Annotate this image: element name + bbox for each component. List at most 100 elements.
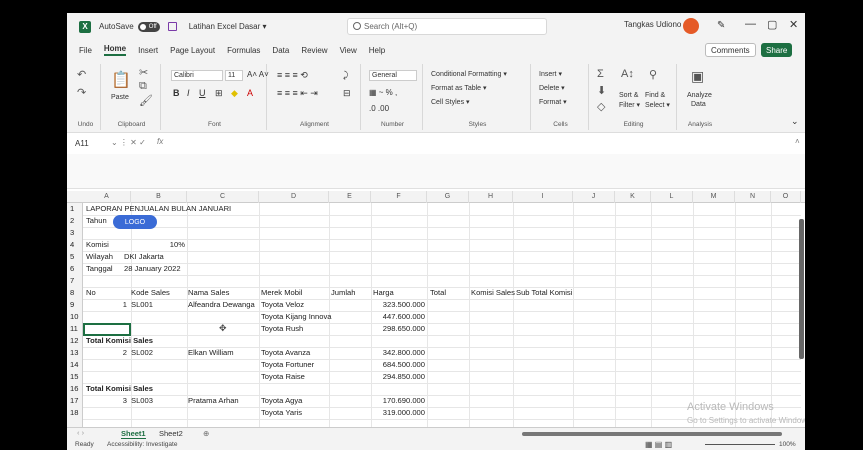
cut-icon[interactable]: ✂ (139, 66, 148, 79)
document-title[interactable]: Latihan Excel Dasar ▾ (189, 22, 267, 31)
font-name-select[interactable]: Calibri (171, 70, 223, 81)
col-header-n[interactable]: N (735, 191, 771, 203)
borders-icon[interactable]: ⊞ (215, 88, 223, 99)
vertical-scrollbar[interactable] (799, 199, 804, 427)
cell-merek-13[interactable]: Toyota Avanza (261, 348, 310, 358)
comments-button[interactable]: Comments (705, 43, 756, 57)
cell-a2[interactable]: Tahun (86, 216, 107, 226)
cell-merek-9[interactable]: Toyota Veloz (261, 300, 304, 310)
font-grow-icon[interactable]: A˄ A˅ (247, 70, 269, 79)
header-merek-mobil[interactable]: Merek Mobil (261, 288, 302, 298)
sort-filter-icon[interactable]: A↕ (621, 68, 634, 80)
zoom-level[interactable]: 100% (779, 441, 796, 448)
row-header-8[interactable]: 8 (70, 288, 74, 298)
pen-icon[interactable]: ✎ (717, 20, 725, 31)
row-header-18[interactable]: 18 (70, 408, 78, 418)
col-header-b[interactable]: B (131, 191, 187, 203)
cell-kode-3[interactable]: SL003 (131, 396, 153, 406)
cell-total-komisi-1[interactable]: Total Komisi Sales (86, 336, 153, 346)
cell-merek-17[interactable]: Toyota Agya (261, 396, 302, 406)
cell-kode-1[interactable]: SL001 (131, 300, 153, 310)
col-header-l[interactable]: L (651, 191, 693, 203)
close-button[interactable]: ✕ (789, 18, 798, 31)
row-header-6[interactable]: 6 (70, 264, 74, 274)
analyze-data-label2[interactable]: Data (691, 101, 706, 108)
cell-no-3[interactable]: 3 (83, 396, 127, 406)
italic-icon[interactable]: I (187, 88, 190, 98)
cell-total-komisi-2[interactable]: Total Komisi Sales (86, 384, 153, 394)
cell-merek-11[interactable]: Toyota Rush (261, 324, 303, 334)
worksheet-grid[interactable]: A B C D E F G H I J K L M N O 1 2 3 4 5 … (67, 191, 805, 427)
analyze-data-icon[interactable]: ▣ (691, 68, 704, 85)
number-format-select[interactable]: General (369, 70, 417, 81)
header-harga[interactable]: Harga (373, 288, 394, 298)
row-header-9[interactable]: 9 (70, 300, 74, 310)
insert-cells-button[interactable]: Insert ▾ (539, 70, 562, 78)
col-header-e[interactable]: E (329, 191, 371, 203)
find-select-label2[interactable]: Select ▾ (645, 101, 670, 109)
left-align-icon[interactable]: ≡ ≡ ≡ ⇤ ⇥ (277, 88, 318, 99)
normal-view-icon[interactable]: ▦ ▤ ▥ (645, 440, 672, 449)
user-name[interactable]: Tangkas Udiono (624, 20, 681, 29)
row-header-14[interactable]: 14 (70, 360, 78, 370)
analyze-data-label[interactable]: Analyze (687, 92, 712, 99)
row-header-11[interactable]: 11 (70, 324, 78, 334)
col-header-a[interactable]: A (83, 191, 131, 203)
cell-b6[interactable]: 28 January 2022 (124, 264, 181, 274)
tab-insert[interactable]: Insert (138, 46, 158, 55)
header-nama-sales[interactable]: Nama Sales (188, 288, 229, 298)
wrap-text-icon[interactable]: ⤸ (343, 70, 348, 81)
selected-cell-a11[interactable] (83, 323, 131, 336)
format-painter-icon[interactable]: 🖌 (139, 94, 153, 107)
tab-file[interactable]: File (79, 46, 92, 55)
col-header-m[interactable]: M (693, 191, 735, 203)
zoom-slider[interactable] (705, 444, 775, 445)
top-align-icon[interactable]: ≡ ≡ ≡ ⟲ (277, 70, 308, 81)
sort-filter-label2[interactable]: Filter ▾ (619, 101, 640, 109)
decimal-icon[interactable]: .0 .00 (369, 104, 389, 113)
cell-nama-3[interactable]: Pratama Arhan (188, 396, 239, 406)
cell-nama-1[interactable]: Alfeandra Dewanga (188, 300, 255, 310)
cell-b4[interactable]: 10% (131, 240, 185, 250)
row-header-3[interactable]: 3 (70, 228, 74, 238)
currency-icon[interactable]: ▦ ~ % , (369, 88, 397, 97)
tab-review[interactable]: Review (301, 46, 327, 55)
paste-button[interactable]: Paste (111, 94, 129, 101)
find-select-icon[interactable]: ⚲ (649, 68, 657, 81)
merge-icon[interactable]: ⊟ (343, 88, 351, 99)
cell-b5[interactable]: DKI Jakarta (124, 252, 164, 262)
cell-merek-10[interactable]: Toyota Kijang Innova (261, 312, 332, 322)
autosum-icon[interactable]: Σ (597, 68, 604, 80)
cell-harga-13[interactable]: 342.800.000 (371, 348, 425, 358)
paste-icon[interactable]: 📋 (111, 70, 131, 90)
cell-merek-15[interactable]: Toyota Raise (261, 372, 305, 382)
search-input[interactable]: Search (Alt+Q) (347, 18, 547, 35)
cell-harga-17[interactable]: 170.690.000 (371, 396, 425, 406)
cell-nama-2[interactable]: Elkan William (188, 348, 234, 358)
tab-home[interactable]: Home (103, 44, 127, 56)
scrollbar-thumb[interactable] (799, 219, 804, 359)
row-header-17[interactable]: 17 (70, 396, 78, 406)
col-header-g[interactable]: G (427, 191, 469, 203)
logo-shape[interactable]: LOGO (113, 215, 157, 229)
share-button[interactable]: Share (761, 43, 793, 57)
col-header-j[interactable]: J (573, 191, 615, 203)
fx-icon[interactable]: fx (157, 137, 163, 146)
cell-no-2[interactable]: 2 (83, 348, 127, 358)
delete-cells-button[interactable]: Delete ▾ (539, 84, 565, 92)
horizontal-scrollbar[interactable] (522, 432, 782, 436)
collapse-ribbon-icon[interactable]: ⌄ (791, 116, 799, 127)
header-komisi-sales[interactable]: Komisi Sales (471, 288, 515, 298)
header-kode-sales[interactable]: Kode Sales (131, 288, 170, 298)
cell-harga-10[interactable]: 447.600.000 (371, 312, 425, 322)
col-header-f[interactable]: F (371, 191, 427, 203)
cell-harga-15[interactable]: 294.850.000 (371, 372, 425, 382)
accessibility-status[interactable]: Accessibility: Investigate (107, 441, 177, 448)
row-header-2[interactable]: 2 (70, 216, 74, 226)
row-header-15[interactable]: 15 (70, 372, 78, 382)
font-size-select[interactable]: 11 (225, 70, 243, 81)
row-header-13[interactable]: 13 (70, 348, 78, 358)
cell-harga-9[interactable]: 323.500.000 (371, 300, 425, 310)
row-header-7[interactable]: 7 (70, 276, 74, 286)
cell-a5[interactable]: Wilayah (86, 252, 113, 262)
